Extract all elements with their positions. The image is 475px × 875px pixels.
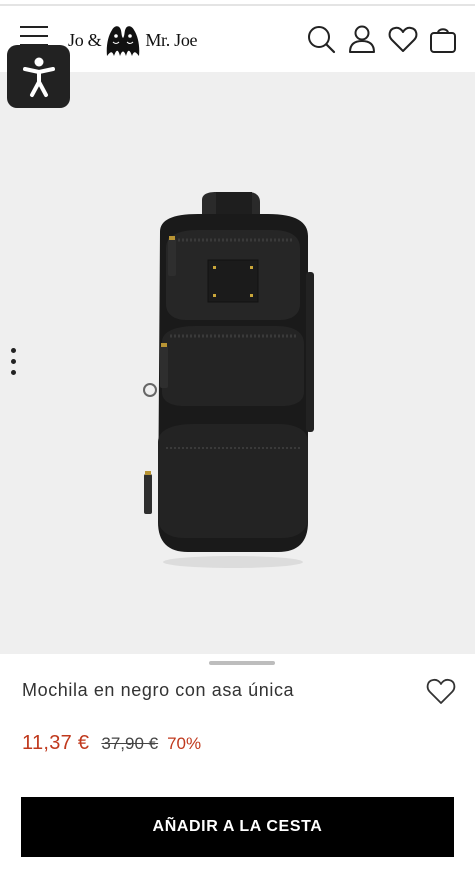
brand-logo[interactable]: Jo & Mr. Joe <box>68 20 203 60</box>
product-info-sheet: Mochila en negro con asa única 11,37 € 3… <box>0 654 475 875</box>
product-image <box>143 192 314 568</box>
accessibility-button[interactable] <box>7 45 70 108</box>
product-title: Mochila en negro con asa única <box>22 680 295 700</box>
sheet-drag-handle[interactable] <box>209 661 275 665</box>
dogs-logo-icon <box>107 26 140 56</box>
site-header: Jo & Mr. Joe <box>0 6 475 72</box>
product-page: Jo & Mr. Joe Mochila en negro con asa ún… <box>0 0 475 875</box>
price-row: 11,37 € 37,90 € 70% <box>22 732 201 755</box>
cart-icon[interactable] <box>428 24 458 54</box>
logo-text-right: Mr. Joe <box>145 29 198 50</box>
logo-text-left: Jo & <box>68 29 102 50</box>
search-icon[interactable] <box>306 24 336 54</box>
product-wishlist-icon[interactable] <box>425 676 457 706</box>
accessibility-icon <box>22 57 55 97</box>
wishlist-icon[interactable] <box>388 24 418 54</box>
add-to-cart-button[interactable]: AÑADIR A LA CESTA <box>21 797 454 857</box>
discount-badge: 70% <box>167 734 202 753</box>
product-gallery[interactable] <box>0 72 475 654</box>
original-price: 37,90 € <box>101 734 159 753</box>
more-options-icon[interactable] <box>8 348 18 378</box>
account-icon[interactable] <box>347 24 377 54</box>
current-price: 11,37 € <box>22 732 90 754</box>
menu-icon[interactable] <box>20 26 48 46</box>
